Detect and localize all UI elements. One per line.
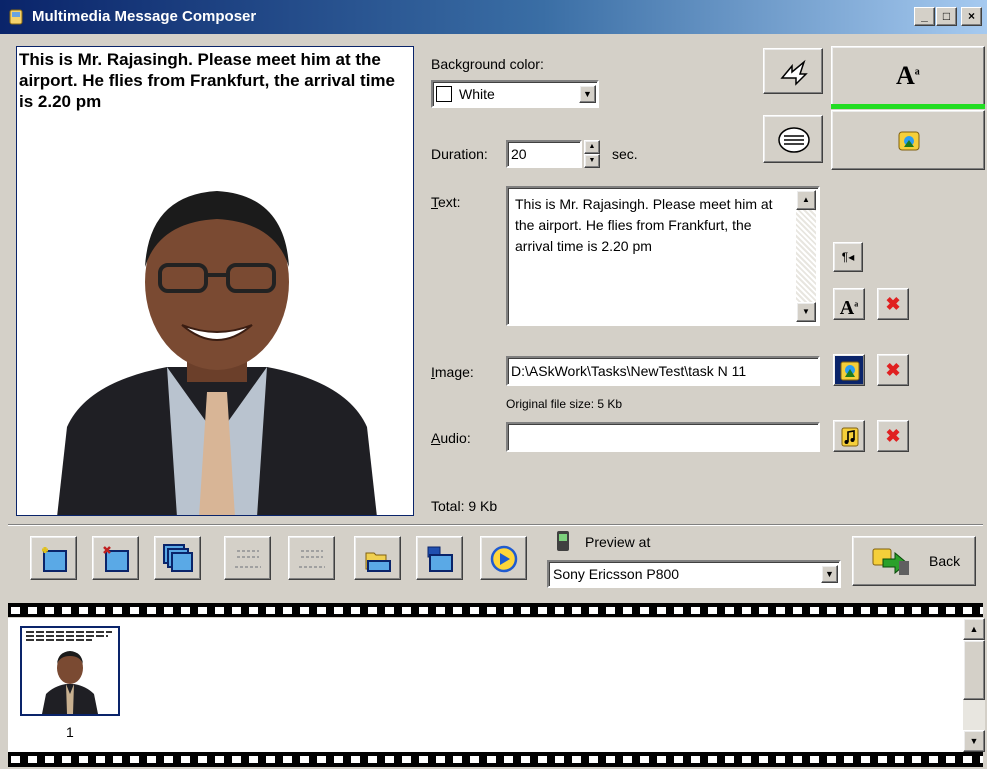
original-file-size: Original file size: 5 Kb <box>506 397 623 411</box>
add-slide-button[interactable] <box>30 536 77 580</box>
duration-up-button[interactable]: ▲ <box>584 140 600 154</box>
delete-x-icon: ✖ <box>885 360 901 380</box>
film-strip-bottom <box>8 752 983 767</box>
slides-stack-icon <box>163 544 193 572</box>
scroll-thumb[interactable] <box>963 640 985 700</box>
picture-icon <box>898 131 920 151</box>
hand-rotate-icon <box>780 59 808 86</box>
text-scrollbar[interactable]: ▲ ▼ <box>796 190 816 322</box>
delete-x-icon: ✖ <box>885 426 901 446</box>
font-a-icon: Aa <box>839 296 859 319</box>
image-path-field[interactable]: D:\ASkWork\Tasks\NewTest\task N 11 <box>506 356 820 386</box>
scroll-up-button[interactable]: ▲ <box>963 618 985 640</box>
image-mode-button[interactable] <box>831 110 985 170</box>
duration-value: 20 <box>511 146 527 162</box>
text-mode-button[interactable]: Aa <box>831 46 985 108</box>
separator <box>8 524 983 526</box>
preview-device-value: Sony Ericsson P800 <box>553 566 680 582</box>
slide-text: This is Mr. Rajasingh. Please meet him a… <box>19 50 395 111</box>
back-arrow-icon <box>872 548 909 575</box>
scroll-down-button[interactable]: ▼ <box>796 302 816 322</box>
text-editor[interactable]: This is Mr. Rajasingh. Please meet him a… <box>506 186 820 326</box>
background-color-select[interactable]: White ▼ <box>431 80 599 108</box>
preview-device-select[interactable]: Sony Ericsson P800 ▼ <box>547 560 841 588</box>
disabled-slide-icon <box>299 550 325 568</box>
delete-text-button[interactable]: ✖ <box>877 288 909 320</box>
music-note-icon <box>841 427 859 447</box>
hands-button[interactable] <box>763 115 823 163</box>
chevron-down-icon[interactable]: ▼ <box>821 565 838 583</box>
audio-path-field[interactable] <box>506 422 820 452</box>
thumbnail-scrollbar[interactable]: ▲ ▼ <box>963 618 985 752</box>
thumbnail-number: 1 <box>66 724 74 740</box>
thumbnail-slide[interactable] <box>20 626 120 716</box>
delete-image-button[interactable]: ✖ <box>877 354 909 386</box>
delete-x-icon: ✖ <box>885 294 901 314</box>
duration-unit: sec. <box>612 146 638 162</box>
save-button[interactable] <box>416 536 463 580</box>
add-slide-icon <box>42 547 67 572</box>
color-swatch <box>436 86 452 102</box>
font-settings-button[interactable]: Aa <box>833 288 865 320</box>
background-color-label: Background color: <box>431 56 544 72</box>
thumbnail-strip <box>8 618 963 752</box>
back-button[interactable]: Back <box>852 536 976 586</box>
thumbnail-image <box>26 631 112 714</box>
preview-at-label: Preview at <box>585 534 651 550</box>
duration-label: Duration: <box>431 146 488 162</box>
browse-audio-button[interactable] <box>833 420 865 452</box>
text-direction-button[interactable]: ¶◂ <box>833 242 863 272</box>
maximize-button[interactable]: □ <box>936 7 957 26</box>
open-button[interactable] <box>354 536 401 580</box>
save-disk-icon <box>427 546 453 572</box>
audio-label: Audio: <box>431 430 471 446</box>
text-label: Text: <box>431 194 461 210</box>
rotate-button[interactable] <box>763 48 823 94</box>
slide-preview: This is Mr. Rajasingh. Please meet him a… <box>16 46 414 516</box>
browse-image-button[interactable] <box>833 354 865 386</box>
duration-down-button[interactable]: ▼ <box>584 154 600 168</box>
picture-icon <box>840 361 860 381</box>
delete-audio-button[interactable]: ✖ <box>877 420 909 452</box>
close-button[interactable]: × <box>961 7 982 26</box>
open-folder-icon <box>365 552 391 572</box>
total-size: Total: 9 Kb <box>431 498 498 514</box>
paragraph-icon: ¶◂ <box>841 250 855 264</box>
play-icon <box>490 545 518 573</box>
phone-icon <box>557 531 569 551</box>
play-button[interactable] <box>480 536 527 580</box>
hands-icon <box>778 127 810 153</box>
film-strip-top <box>8 603 983 617</box>
background-color-value: White <box>459 86 495 102</box>
move-slide-left-button[interactable] <box>224 536 271 580</box>
chevron-down-icon[interactable]: ▼ <box>579 85 596 103</box>
move-slide-right-button[interactable] <box>288 536 335 580</box>
duration-input[interactable]: 20 <box>506 140 582 168</box>
window-title: Multimedia Message Composer <box>32 8 257 25</box>
disabled-slide-icon <box>235 550 261 568</box>
text-editor-value: This is Mr. Rajasingh. Please meet him a… <box>515 196 773 254</box>
minimize-button[interactable]: _ <box>914 7 935 26</box>
title-bar: Multimedia Message Composer _ □ × <box>0 0 987 34</box>
delete-slide-icon <box>103 546 129 572</box>
scroll-up-button[interactable]: ▲ <box>796 190 816 210</box>
slide-image <box>57 191 377 515</box>
font-a-icon: Aa <box>896 61 920 90</box>
delete-slide-button[interactable] <box>92 536 139 580</box>
app-icon <box>9 9 23 25</box>
image-label: Image: <box>431 364 474 380</box>
scroll-down-button[interactable]: ▼ <box>963 730 985 752</box>
back-label: Back <box>929 553 961 569</box>
slides-stack-button[interactable] <box>154 536 201 580</box>
active-indicator <box>831 104 985 109</box>
image-path-value: D:\ASkWork\Tasks\NewTest\task N 11 <box>511 363 747 379</box>
